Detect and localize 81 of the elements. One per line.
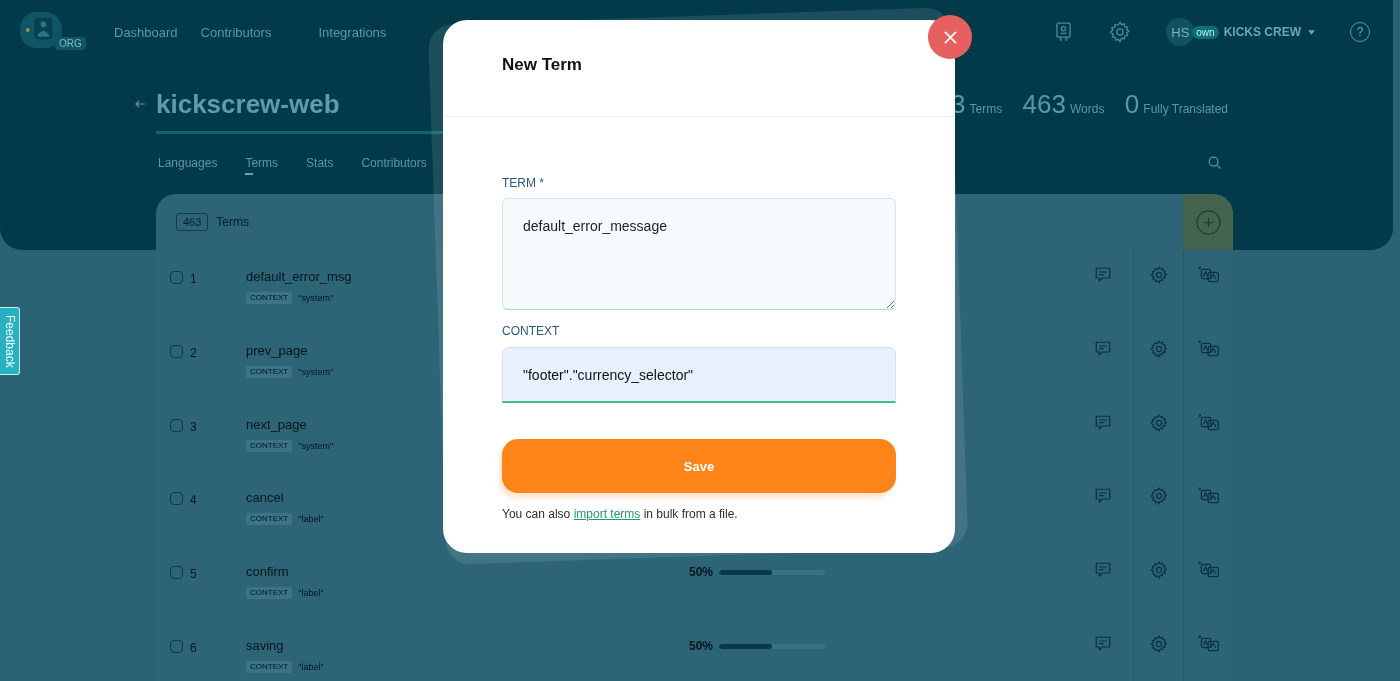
progress-percent: 50% (689, 564, 714, 581)
context-tag: CONTEXT (246, 439, 293, 452)
back-arrow-icon[interactable] (135, 100, 145, 108)
settings-icon[interactable] (1109, 21, 1132, 43)
row-checkbox[interactable] (170, 640, 183, 653)
nav-link[interactable]: Integrations (318, 24, 387, 40)
org-badge: ORG (55, 37, 86, 50)
term-text-area[interactable]: default_error_message (502, 198, 896, 310)
settings-icon[interactable] (1149, 487, 1168, 506)
settings-icon[interactable] (1149, 339, 1168, 358)
project-title: kickscrew-web (156, 88, 340, 120)
translate-icon[interactable] (1197, 635, 1220, 652)
close-icon (943, 30, 957, 44)
row-checkbox[interactable] (170, 418, 183, 432)
row-number: 2 (190, 345, 197, 360)
stat-label: Words (1069, 102, 1105, 116)
account-name[interactable]: KICKS CREW (1223, 25, 1301, 39)
import-hint-text: You can also import terms in bulk from a file. (502, 506, 738, 522)
stat-number: 0 (1124, 88, 1140, 120)
context-value: "label" (298, 514, 324, 525)
comment-icon[interactable] (1094, 266, 1112, 284)
add-term-button[interactable] (1183, 194, 1233, 250)
field-label: TERM * (502, 176, 544, 190)
context-value: "label" (298, 662, 324, 672)
row-number: 5 (190, 567, 197, 582)
translate-icon[interactable] (1197, 413, 1220, 431)
board-icon[interactable] (1056, 21, 1072, 43)
comment-icon[interactable] (1094, 635, 1112, 653)
progress-percent: 50% (689, 638, 714, 654)
row-number: 4 (190, 493, 197, 508)
translate-icon[interactable] (1197, 339, 1220, 357)
caret-icon[interactable] (1308, 29, 1315, 35)
context-input-field[interactable]: "footer"."currency_selector" (502, 347, 896, 403)
settings-icon[interactable] (1149, 561, 1168, 580)
nav-link[interactable]: Contributors (200, 24, 272, 40)
context-tag: CONTEXT (246, 587, 293, 600)
role-badge: own (1192, 25, 1219, 39)
comment-icon[interactable] (1094, 561, 1112, 580)
settings-icon[interactable] (1149, 413, 1168, 432)
row-checkbox[interactable] (170, 566, 183, 580)
row-number: 3 (190, 419, 197, 434)
project-tab[interactable]: Languages (158, 154, 218, 175)
row-number: 6 (190, 641, 197, 655)
term-count-label: Terms (216, 215, 250, 229)
translate-icon[interactable] (1197, 266, 1220, 283)
project-tab[interactable]: Stats (306, 154, 334, 175)
term-key[interactable]: saving (246, 638, 689, 654)
row-checkbox[interactable] (170, 271, 183, 284)
translate-icon[interactable] (1197, 487, 1220, 505)
row-checkbox[interactable] (170, 492, 183, 506)
feedback-tab[interactable]: Feedback (0, 307, 20, 375)
context-value: "system" (298, 293, 334, 303)
context-tag: CONTEXT (246, 365, 293, 378)
project-tab[interactable]: Contributors (361, 154, 427, 175)
term-count-badge: 463 (176, 213, 209, 231)
settings-icon[interactable] (1149, 635, 1168, 653)
row-checkbox[interactable] (170, 344, 183, 358)
search-icon[interactable] (1208, 156, 1221, 169)
context-tag: CONTEXT (246, 292, 293, 304)
dialog-title: New Term (502, 55, 583, 75)
context-tag: CONTEXT (246, 513, 293, 526)
translate-icon[interactable] (1197, 561, 1220, 579)
context-value: "label" (298, 588, 324, 599)
context-value: "system" (298, 440, 334, 451)
avatar-initials[interactable]: HS (1166, 18, 1195, 46)
settings-icon[interactable] (1149, 266, 1168, 284)
row-number: 1 (190, 272, 197, 286)
context-value: "system" (298, 366, 334, 377)
stat-label: Terms (969, 102, 1003, 116)
term-key[interactable]: confirm (246, 564, 689, 581)
nav-link[interactable]: Dashboard (114, 24, 178, 40)
plus-icon (1195, 209, 1221, 235)
comment-icon[interactable] (1094, 339, 1112, 358)
field-label: CONTEXT (502, 324, 560, 338)
save-button[interactable]: Save (502, 439, 896, 493)
comment-icon[interactable] (1094, 413, 1112, 432)
context-tag: CONTEXT (246, 661, 293, 673)
import-terms-link[interactable]: import terms (573, 507, 641, 521)
stat-number: 463 (1022, 88, 1066, 120)
comment-icon[interactable] (1094, 487, 1112, 506)
stat-label: Fully Translated (1143, 102, 1228, 116)
